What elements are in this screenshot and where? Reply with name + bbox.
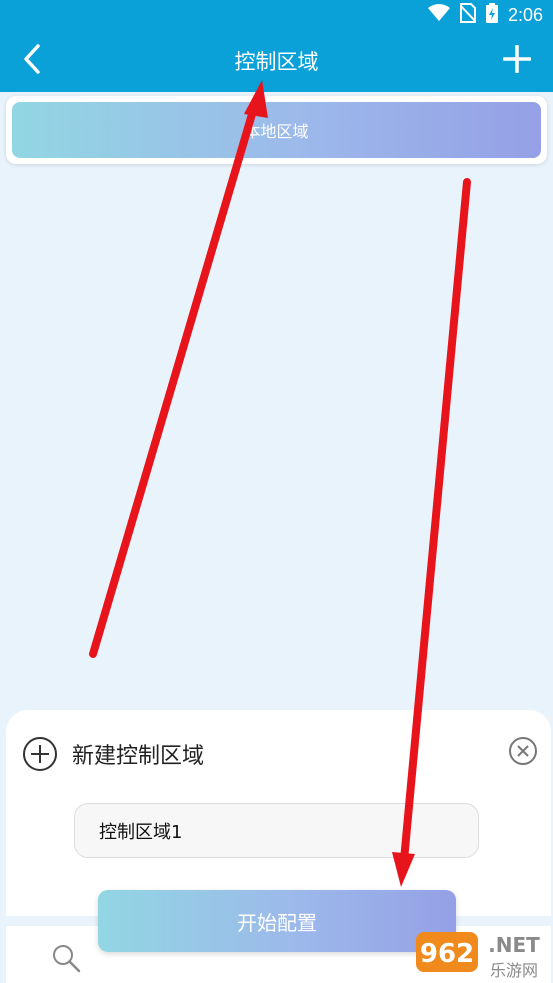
watermark-net: .NET <box>488 933 540 957</box>
watermark-subtext: 乐游网 <box>490 961 538 980</box>
area-card-label: 本地区域 <box>244 122 309 141</box>
sheet-header: 新建控制区域 <box>22 734 522 774</box>
no-sim-icon <box>459 3 477 27</box>
start-config-button[interactable]: 开始配置 <box>98 890 456 952</box>
area-list: 本地区域 <box>0 92 553 712</box>
area-list-item[interactable]: 本地区域 <box>6 96 547 164</box>
close-sheet-button[interactable] <box>506 736 540 770</box>
watermark-number: 962 <box>420 939 474 969</box>
close-circle-icon <box>508 736 538 770</box>
search-icon <box>51 943 81 977</box>
wifi-icon <box>427 4 450 26</box>
area-name-input[interactable] <box>74 803 479 858</box>
search-button[interactable] <box>46 940 86 980</box>
status-time: 2:06 <box>507 4 543 25</box>
sheet-title: 新建控制区域 <box>72 744 205 769</box>
page-title: 控制区域 <box>234 50 319 74</box>
area-card[interactable]: 本地区域 <box>12 102 541 158</box>
app-bar: 控制区域 <box>0 30 553 92</box>
plus-circle-icon <box>22 736 58 772</box>
plus-icon <box>502 44 532 77</box>
watermark-logo: 962 .NET 乐游网 <box>414 926 553 983</box>
battery-charging-icon <box>485 3 498 27</box>
status-icons: 2:06 <box>427 3 543 27</box>
status-bar: 2:06 <box>0 0 553 30</box>
add-area-button[interactable] <box>499 42 535 80</box>
